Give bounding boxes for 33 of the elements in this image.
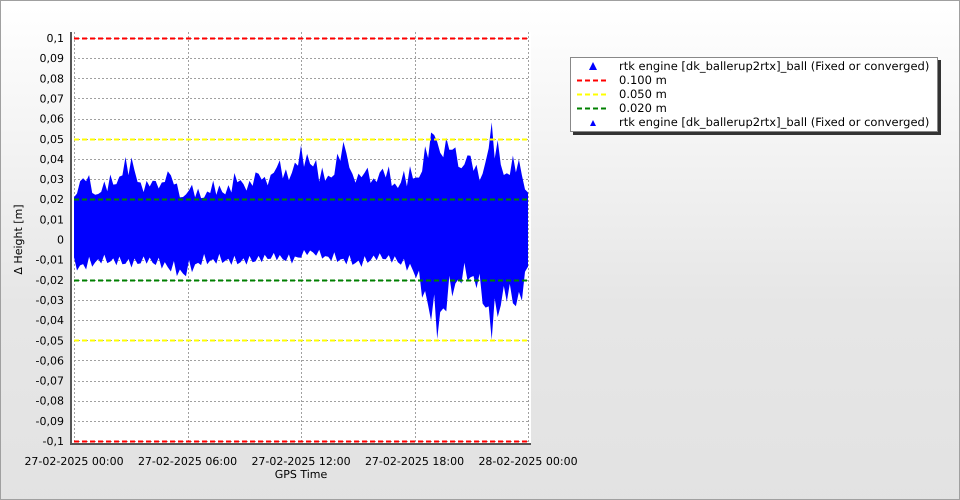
y-tick-label: -0,04	[36, 314, 64, 328]
x-tick-label: 27-02-2025 00:00	[24, 455, 124, 468]
y-tick-label: 0,04	[40, 152, 64, 166]
y-tick-label: 0,1	[46, 32, 64, 45]
y-axis-title: Δ Height [m]	[12, 204, 25, 275]
x-axis-title: GPS Time	[274, 468, 328, 481]
x-tick-label: 28-02-2025 00:00	[478, 455, 578, 468]
x-tick-label: 27-02-2025 06:00	[138, 455, 238, 468]
y-tick-label: 0,08	[40, 72, 64, 86]
y-tick-label: 0,02	[40, 193, 64, 206]
legend-label: 0.020 m	[619, 101, 667, 115]
y-tick-label: -0,01	[36, 254, 64, 267]
y-tick-label: -0,03	[36, 294, 64, 307]
y-tick-label: 0,03	[40, 173, 64, 186]
legend-label: rtk engine [dk_ballerup2rtx]_ball (Fixed or converged)	[619, 115, 930, 129]
y-tick-label: -0,08	[36, 394, 64, 408]
y-tick-label: -0,07	[36, 374, 64, 388]
y-tick-label: 0,07	[40, 92, 64, 106]
y-tick-label: -0,09	[36, 414, 64, 428]
y-tick-label: 0,06	[40, 112, 64, 126]
y-tick-label: 0,09	[40, 52, 64, 66]
y-tick-label: 0,01	[40, 213, 64, 226]
x-tick-label: 27-02-2025 18:00	[364, 455, 464, 468]
y-tick-label: 0	[57, 234, 64, 246]
legend-label: rtk engine [dk_ballerup2rtx]_ball (Fixed or converged)	[619, 59, 930, 73]
y-tick-label: -0,02	[36, 274, 64, 287]
y-tick-label: -0,05	[36, 334, 64, 348]
legend-label: 0.050 m	[619, 87, 667, 101]
y-tick-label: -0,1	[42, 435, 64, 448]
y-tick-label: -0,06	[36, 354, 64, 368]
x-tick-label: 27-02-2025 12:00	[251, 455, 351, 468]
y-tick-label: 0,05	[40, 132, 64, 146]
legend-label: 0.100 m	[619, 73, 667, 87]
